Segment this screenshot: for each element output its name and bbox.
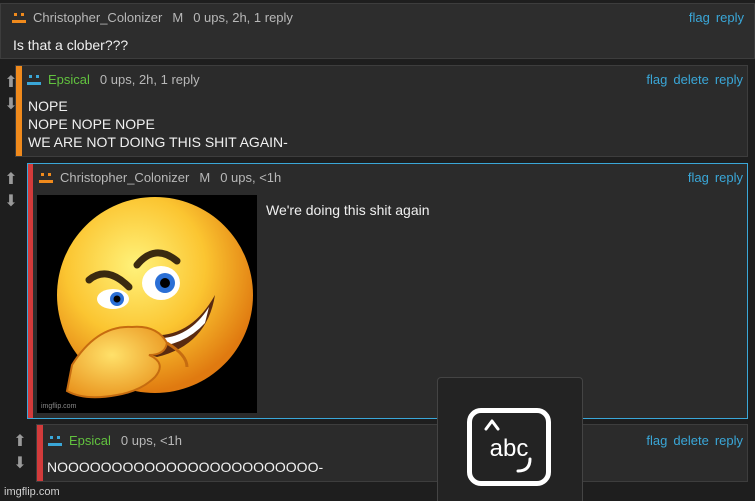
- downvote-arrow-icon[interactable]: ⬇: [9, 451, 31, 473]
- comment-image[interactable]: imgflip.com: [37, 195, 257, 413]
- reply-link[interactable]: reply: [715, 170, 743, 185]
- thread-stripe: [28, 164, 33, 418]
- comment-body: NOPE NOPE NOPE NOPE WE ARE NOT DOING THI…: [28, 97, 288, 151]
- comment-header: Epsical 0 ups, <1h: [47, 433, 182, 448]
- mod-badge: M: [199, 170, 211, 185]
- comment-actions: flag reply: [682, 170, 743, 185]
- comment-body: Is that a clober???: [13, 37, 129, 53]
- upvote-arrow-icon[interactable]: ⬆: [9, 429, 31, 451]
- flag-link[interactable]: flag: [646, 72, 667, 87]
- thread-stripe: [16, 66, 22, 156]
- comment-3: Christopher_Colonizer M 0 ups, <1h flag r…: [27, 163, 748, 419]
- body-line: NOPE NOPE NOPE: [28, 116, 155, 132]
- downvote-arrow-icon[interactable]: ⬇: [0, 189, 22, 211]
- body-line: NOPE: [28, 98, 68, 114]
- comment-body: We're doing this shit again: [266, 202, 430, 218]
- user-avatar-icon[interactable]: [11, 12, 27, 24]
- comment-meta: 0 ups, 2h, 1 reply: [99, 72, 200, 87]
- smirking-emoji-icon: imgflip.com: [41, 197, 253, 410]
- username[interactable]: Christopher_Colonizer: [33, 10, 162, 25]
- comment-actions: flag reply: [683, 10, 744, 25]
- comment-header: Christopher_Colonizer M 0 ups, <1h: [38, 170, 281, 185]
- keyboard-toggle-label: abc: [489, 435, 529, 462]
- vote-column: ⬆ ⬇: [9, 429, 31, 473]
- delete-link[interactable]: delete: [673, 433, 708, 448]
- comment-meta: 0 ups, <1h: [120, 433, 182, 448]
- username[interactable]: Epsical: [69, 433, 111, 448]
- comment-actions: flag delete reply: [640, 72, 743, 87]
- comment-1: Christopher_Colonizer M 0 ups, 2h, 1 rep…: [0, 3, 755, 59]
- comment-meta: 0 ups, 2h, 1 reply: [193, 10, 293, 25]
- flag-link[interactable]: flag: [688, 170, 709, 185]
- reply-link[interactable]: reply: [716, 10, 744, 25]
- comment-2: Epsical 0 ups, 2h, 1 reply flag delete rep…: [15, 65, 748, 157]
- comment-header: Christopher_Colonizer M 0 ups, 2h, 1 rep…: [11, 10, 293, 25]
- mod-badge: M: [172, 10, 184, 25]
- reply-link[interactable]: reply: [715, 72, 743, 87]
- reply-link[interactable]: reply: [715, 433, 743, 448]
- username[interactable]: Christopher_Colonizer: [60, 170, 189, 185]
- upvote-arrow-icon[interactable]: ⬆: [0, 167, 22, 189]
- comment-header: Epsical 0 ups, 2h, 1 reply: [26, 72, 200, 87]
- keyboard-toggle-panel: abc: [437, 377, 583, 501]
- comment-actions: flag delete reply: [640, 433, 743, 448]
- body-line: WE ARE NOT DOING THIS SHIT AGAIN-: [28, 134, 288, 150]
- user-avatar-icon[interactable]: [26, 74, 42, 86]
- svg-text:imgflip.com: imgflip.com: [41, 403, 77, 410]
- delete-link[interactable]: delete: [673, 72, 708, 87]
- comment-4: Epsical 0 ups, <1h flag delete reply NOOOO…: [36, 424, 748, 482]
- thread-stripe: [37, 425, 43, 481]
- comment-body: NOOOOOOOOOOOOOOOOOOOOOOOO-: [47, 459, 324, 475]
- user-avatar-icon[interactable]: [38, 172, 54, 184]
- vote-column: ⬆ ⬇: [0, 167, 22, 211]
- keyboard-toggle-button[interactable]: abc: [467, 408, 551, 486]
- comment-meta: 0 ups, <1h: [220, 170, 282, 185]
- flag-link[interactable]: flag: [689, 10, 710, 25]
- flag-link[interactable]: flag: [646, 433, 667, 448]
- user-avatar-icon[interactable]: [47, 435, 63, 447]
- username[interactable]: Epsical: [48, 72, 90, 87]
- watermark: imgflip.com: [4, 486, 60, 498]
